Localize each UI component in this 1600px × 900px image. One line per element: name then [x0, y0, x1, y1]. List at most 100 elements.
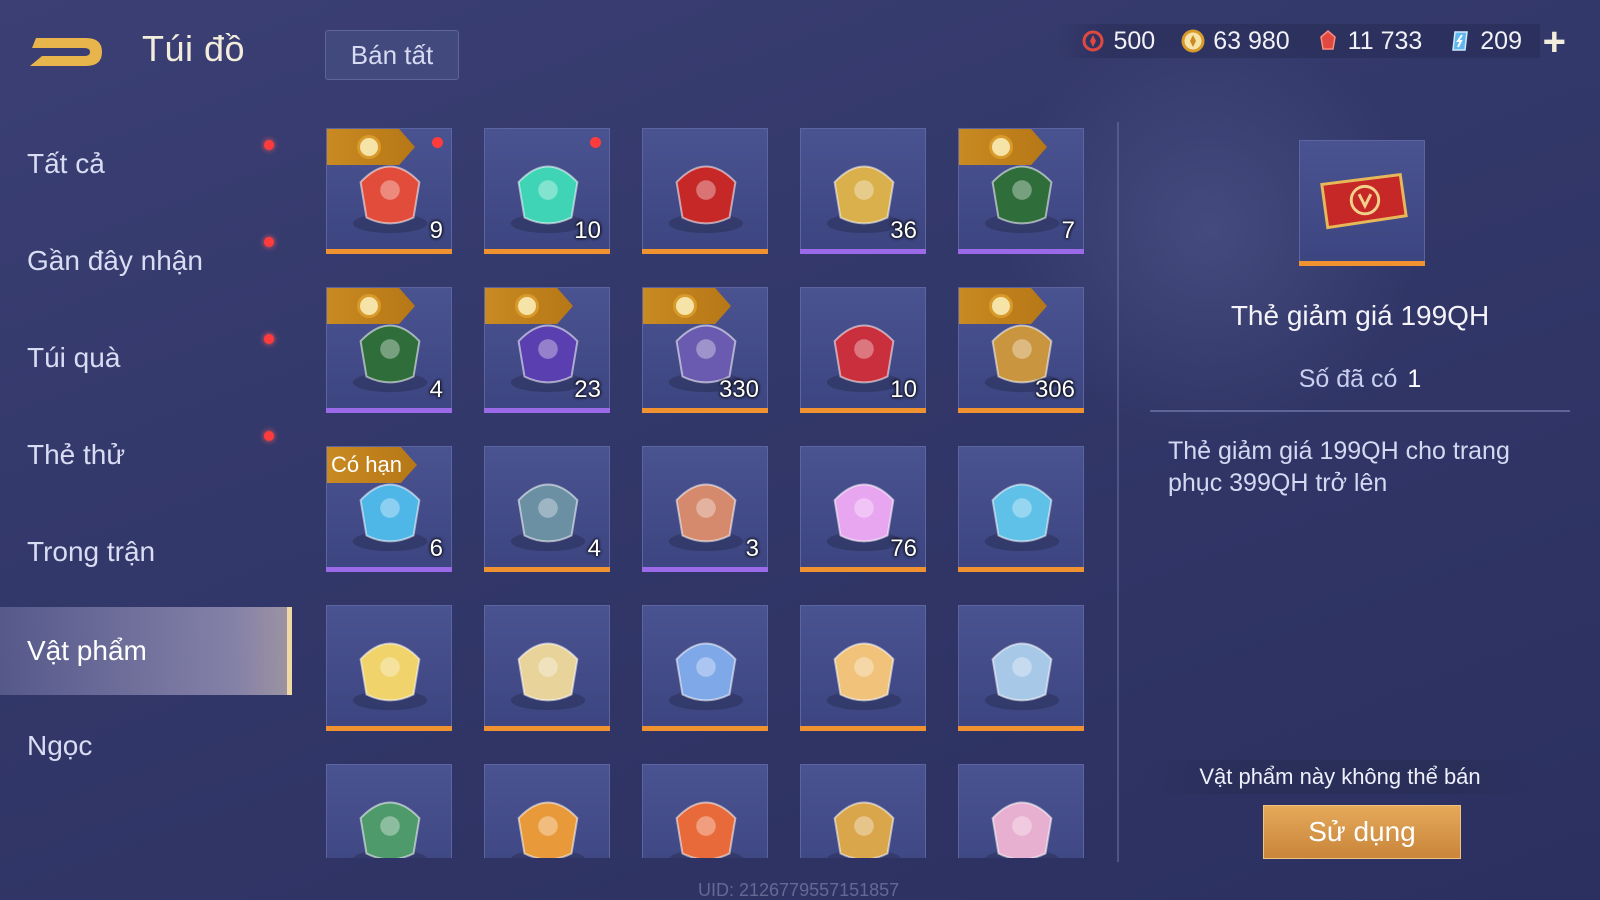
inventory-item[interactable]: 4 — [326, 287, 452, 413]
notification-dot — [432, 137, 443, 148]
sidebar-item-gems[interactable]: Ngọc — [0, 702, 292, 790]
inventory-item[interactable] — [642, 128, 768, 254]
sidebar-item-all[interactable]: Tất cả — [0, 120, 292, 208]
use-button[interactable]: Sử dụng — [1263, 805, 1461, 859]
detail-divider — [1150, 410, 1570, 412]
rarity-bar — [484, 249, 610, 254]
rarity-bar — [484, 408, 610, 413]
cake-plate-icon — [352, 642, 428, 711]
page-title: Túi đồ — [142, 28, 246, 69]
inventory-item[interactable] — [326, 764, 452, 858]
inventory-item[interactable] — [800, 605, 926, 731]
item-count: 4 — [429, 376, 443, 403]
crystal-icon — [1452, 31, 1469, 51]
sidebar-item-label: Tất cả — [27, 148, 105, 179]
rarity-bar — [484, 726, 610, 731]
currency-value: 63 980 — [1213, 26, 1290, 55]
coin-tag — [327, 288, 415, 324]
sidebar-item-label: Thẻ thử — [27, 439, 126, 470]
scroll-map-icon — [510, 483, 586, 552]
owned-value: 1 — [1407, 365, 1422, 393]
notification-dot — [264, 237, 274, 247]
green-emblem-card-icon — [353, 801, 427, 858]
item-count: 10 — [574, 217, 601, 244]
gold-coin-icon — [673, 294, 697, 318]
inventory-item[interactable] — [642, 605, 768, 731]
item-count: 306 — [1034, 376, 1075, 403]
inventory-item[interactable]: 36 — [800, 128, 926, 254]
sell-all-button[interactable]: Bán tất — [325, 30, 459, 80]
selected-item-name: Thẻ giảm giá 199QH — [1230, 300, 1490, 331]
sidebar-item-trial-cards[interactable]: Thẻ thử — [0, 411, 292, 499]
inventory-item[interactable]: 330 — [642, 287, 768, 413]
inventory-item[interactable]: 10 — [484, 128, 610, 254]
inventory-item[interactable] — [958, 446, 1084, 572]
inventory-item[interactable]: 23 — [484, 287, 610, 413]
currency-value: 11 733 — [1347, 26, 1423, 55]
rarity-bar — [800, 726, 926, 731]
cannot-sell-notice: Vật phẩm này không thể bán — [1140, 760, 1540, 794]
rarity-bar — [326, 726, 452, 731]
sidebar-item-label: Gần đây nhận — [27, 245, 203, 276]
rarity-bar — [642, 567, 768, 572]
currency-red-token[interactable]: 500 — [1081, 27, 1155, 56]
inventory-item[interactable]: 3 — [642, 446, 768, 572]
dumpling-bowl-icon — [510, 642, 586, 711]
rarity-bar — [958, 567, 1084, 572]
item-count: 7 — [1061, 217, 1075, 244]
inventory-item[interactable] — [958, 605, 1084, 731]
notification-dot — [264, 431, 274, 441]
gold-coin-icon — [989, 135, 1013, 159]
coin-tag — [959, 288, 1047, 324]
inventory-item[interactable]: 9 — [326, 128, 452, 254]
inventory-item[interactable] — [484, 764, 610, 858]
pastry-plate-icon — [826, 642, 902, 711]
inventory-item[interactable]: 4 — [484, 446, 610, 572]
currency-ruby[interactable]: 11 733 — [1316, 26, 1423, 56]
notification-dot — [264, 140, 274, 150]
sidebar-item-items[interactable]: Vật phẩm — [0, 607, 292, 695]
coin-tag — [643, 288, 731, 324]
sidebar-item-label: Vật phẩm — [27, 635, 147, 666]
gold-coin-icon — [515, 294, 539, 318]
ruby-icon — [1319, 30, 1336, 50]
item-description: Thẻ giảm giá 199QH cho trang phục 399QH … — [1168, 437, 1510, 497]
sidebar-item-gift-bags[interactable]: Túi quà — [0, 314, 292, 402]
inventory-item[interactable]: 306 — [958, 287, 1084, 413]
inventory-item[interactable] — [326, 605, 452, 731]
inventory-item[interactable] — [958, 764, 1084, 858]
currency-gold-coin[interactable]: 63 980 — [1181, 26, 1290, 56]
add-currency-button[interactable]: + — [1543, 22, 1566, 62]
rarity-bar — [642, 726, 768, 731]
inventory-item[interactable] — [642, 764, 768, 858]
selected-item-icon — [1299, 140, 1425, 266]
amber-crystal-icon — [668, 483, 744, 552]
back-button[interactable] — [28, 28, 108, 74]
owned-label: Số đã có — [1298, 365, 1398, 393]
owned-count: Số đã có 1 — [1150, 365, 1570, 394]
inventory-item[interactable]: Có hạn 6 — [326, 446, 452, 572]
coin-tag — [959, 129, 1047, 165]
sidebar-item-recent[interactable]: Gần đây nhận — [0, 217, 292, 305]
gold-coin-icon — [989, 294, 1013, 318]
coin-tag — [485, 288, 573, 324]
star-jelly-plate-icon — [668, 642, 744, 711]
inventory-item[interactable]: 7 — [958, 128, 1084, 254]
item-count: 9 — [429, 217, 443, 244]
inventory-item[interactable] — [484, 605, 610, 731]
inventory-item[interactable] — [800, 764, 926, 858]
rarity-bar — [800, 408, 926, 413]
notification-dot — [590, 137, 601, 148]
notification-dot — [264, 334, 274, 344]
discount-ticket-icon — [1320, 172, 1408, 230]
sidebar-item-in-match[interactable]: Trong trận — [0, 508, 292, 596]
currency-crystal[interactable]: 209 — [1448, 27, 1522, 56]
coin-tag — [327, 129, 415, 165]
rarity-bar — [958, 249, 1084, 254]
item-count: 330 — [718, 376, 759, 403]
item-count: 23 — [574, 376, 601, 403]
inventory-item[interactable]: 76 — [800, 446, 926, 572]
panel-divider — [1117, 122, 1119, 862]
inventory-item[interactable]: 10 — [800, 287, 926, 413]
golden-teapot-icon — [827, 801, 901, 858]
